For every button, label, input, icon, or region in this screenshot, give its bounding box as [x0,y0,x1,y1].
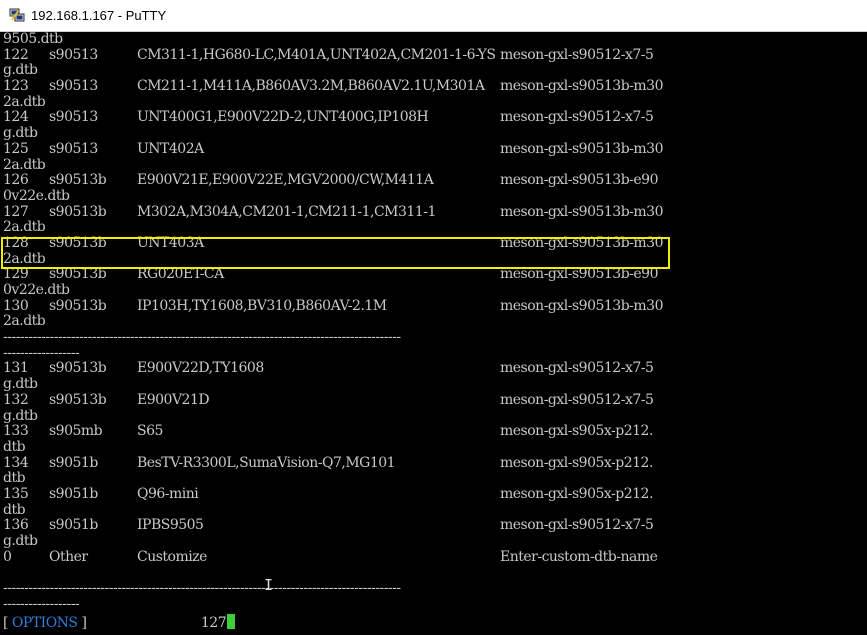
row-dtb-continuation: 9505.dtb [3,32,63,47]
row-chip: s9051b [49,485,98,502]
row-dtb: meson-gxl-s90513b-e90 [500,266,659,283]
row-chip: s90513b [49,360,107,377]
row-chip: s9051b [49,454,98,471]
row-id: 131 [3,360,29,377]
row-id: 132 [3,391,29,408]
row-models: UNT403A [137,234,204,251]
terminal-screen[interactable]: 9505.dtb 122 s90513 CM311-1,HG680-LC,M401A,… [0,32,867,635]
row-id: 127 [3,203,29,220]
row-dtb: meson-gxl-s90512-x7-5 [500,391,654,408]
row-chip: s90513 [49,46,98,63]
row-models: CM211-1,M411A,B860AV3.2M,B860AV2.1U,M301… [137,78,485,95]
row-dtb: meson-gxl-s905x-p212. [500,454,653,471]
row-dtb-continuation: dtb [3,438,26,455]
row-dtb-continuation: 2a.dtb [3,313,46,330]
row-models: Customize [137,548,207,565]
row-id: 129 [3,266,29,283]
row-dtb-continuation: g.dtb [3,62,38,79]
row-dtb-continuation: 2a.dtb [3,219,46,236]
row-models: IPBS9505 [137,517,204,534]
row-id: 124 [3,109,29,126]
dash-separator: ------------------ [3,344,80,361]
row-models: E900V21D [137,391,210,408]
dash-separator: ----------------------------------------… [3,329,401,346]
row-models: Q96-mini [137,485,199,502]
row-dtb: meson-gxl-s90512-x7-5 [500,46,654,63]
row-models: RG020ET-CA [137,266,224,283]
row-id: 126 [3,172,29,189]
row-id: 0 [3,548,12,565]
row-dtb: meson-gxl-s90513b-m30 [500,234,664,251]
row-chip: Other [49,548,88,565]
row-id: 123 [3,78,29,95]
putty-icon [9,8,25,22]
row-chip: s90513 [49,109,98,126]
row-dtb: meson-gxl-s90513b-m30 [500,297,664,314]
row-dtb: meson-gxl-s90513b-e90 [500,172,659,189]
row-models: IP103H,TY1608,BV310,B860AV-2.1M [137,297,387,314]
row-id: 133 [3,423,29,440]
row-dtb-continuation: g.dtb [3,533,38,549]
row-dtb-continuation: 2a.dtb [3,93,46,110]
row-dtb: meson-gxl-s90513b-m30 [500,203,664,220]
row-dtb: meson-gxl-s90513b-m30 [500,140,664,157]
row-models: CM311-1,HG680-LC,M401A,UNT402A,CM201-1-6… [137,46,496,63]
input-id-value[interactable]: 127 [201,615,227,631]
row-id: 122 [3,46,29,63]
row-dtb: meson-gxl-s90512-x7-5 [500,109,654,126]
mouse-ibeam-cursor: I [264,576,274,594]
row-id: 125 [3,140,29,157]
row-chip: s90513b [49,172,107,189]
row-dtb-continuation: g.dtb [3,376,38,393]
row-dtb-continuation: g.dtb [3,407,38,424]
options-label: OPTIONS [11,615,78,631]
prompt-text: Please Input ID: [86,615,201,631]
row-id: 136 [3,517,29,534]
row-models: S65 [137,423,163,440]
row-dtb: meson-gxl-s90513b-m30 [500,78,664,95]
row-models: M302A,M304A,CM201-1,CM211-1,CM311-1 [137,203,436,220]
row-chip: s90513b [49,297,107,314]
row-models: E900V21E,E900V22E,MGV2000/CW,M411A [137,172,434,189]
row-models: E900V22D,TY1608 [137,360,264,377]
row-chip: s90513 [49,78,98,95]
window-titlebar[interactable]: 192.168.1.167 - PuTTY [0,0,867,32]
row-dtb-continuation: 0v22e.dtb [3,282,70,298]
row-chip: s90513 [49,140,98,157]
row-dtb: meson-gxl-s905x-p212. [500,485,653,502]
dash-separator: ----------------------------------------… [3,580,401,597]
row-dtb: meson-gxl-s90512-x7-5 [500,517,654,534]
row-dtb-continuation: 0v22e.dtb [3,187,70,204]
row-dtb: meson-gxl-s90512-x7-5 [500,360,654,377]
text-caret [227,614,236,629]
row-models: UNT400G1,E900V22D-2,UNT400G,IP108H [137,109,429,126]
row-chip: s90513b [49,266,107,283]
dash-separator: ------------------ [3,595,80,612]
row-chip: s90513b [49,203,107,220]
row-dtb-continuation: 2a.dtb [3,156,46,173]
row-chip: s9051b [49,517,98,534]
row-id: 135 [3,485,29,502]
row-dtb-continuation: 2a.dtb [3,250,46,267]
row-dtb-continuation: dtb [3,470,26,487]
row-chip: s905mb [49,423,103,440]
row-chip: s90513b [49,234,107,251]
row-dtb: Enter-custom-dtb-name [500,548,658,565]
window-title: 192.168.1.167 - PuTTY [31,8,167,23]
row-models: UNT402A [137,140,204,157]
row-id: 130 [3,297,29,314]
prompt-bracket-open: [ [3,615,12,631]
row-dtb-continuation: g.dtb [3,125,38,142]
row-dtb-continuation: dtb [3,501,26,518]
row-id: 134 [3,454,29,471]
row-chip: s90513b [49,391,107,408]
row-id: 128 [3,234,29,251]
row-dtb: meson-gxl-s905x-p212. [500,423,653,440]
input-prompt[interactable]: [ OPTIONS ] Please Input ID: 127 [3,614,236,632]
row-models: BesTV-R3300L,SumaVision-Q7,MG101 [137,454,396,471]
